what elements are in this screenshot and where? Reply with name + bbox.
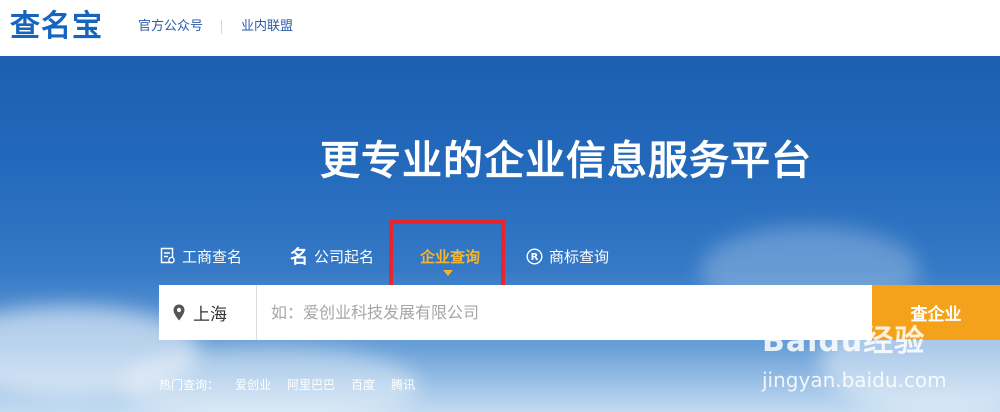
watermark-logo: Baidu经验 — [762, 324, 926, 359]
tab-label: 商标查询 — [549, 247, 610, 266]
hot-query-item[interactable]: 爱创业 — [235, 376, 271, 393]
official-account-link[interactable]: 官方公众号 — [138, 19, 203, 35]
svg-text:R: R — [531, 252, 539, 263]
industry-alliance-link[interactable]: 业内联盟 — [241, 19, 293, 35]
hero-banner: 更专业的企业信息服务平台 工商查名 名 公司起名 企业查询 R 商标查询 上海 … — [0, 56, 1000, 412]
name-icon: 名 — [290, 247, 308, 268]
city-selector[interactable]: 上海 — [159, 285, 257, 340]
tab-label: 工商查名 — [182, 247, 243, 266]
highlight-box — [389, 220, 505, 292]
hot-query-item[interactable]: 阿里巴巴 — [287, 376, 335, 393]
location-pin-icon — [173, 304, 185, 321]
tab-label: 公司起名 — [314, 247, 375, 266]
hot-query-item[interactable]: 腾讯 — [391, 376, 415, 393]
top-bar: 查名宝 官方公众号 业内联盟 — [0, 0, 1000, 56]
registered-icon: R — [526, 247, 543, 265]
document-icon — [160, 247, 176, 265]
site-logo[interactable]: 查名宝 — [10, 8, 103, 46]
tab-company-naming[interactable]: 名 公司起名 — [290, 244, 374, 268]
hot-queries: 热门查询： 爱创业 阿里巴巴 百度 腾讯 — [159, 376, 415, 393]
hot-queries-label: 热门查询： — [159, 378, 220, 392]
watermark: Baidu经验 jingyan.baidu.com — [762, 324, 947, 392]
divider — [221, 20, 222, 34]
watermark-url: jingyan.baidu.com — [762, 368, 947, 392]
hot-query-item[interactable]: 百度 — [351, 376, 375, 393]
city-label: 上海 — [193, 305, 227, 325]
tab-trademark-query[interactable]: R 商标查询 — [526, 244, 609, 268]
tab-business-name-check[interactable]: 工商查名 — [160, 244, 242, 268]
hero-headline: 更专业的企业信息服务平台 — [320, 138, 812, 184]
